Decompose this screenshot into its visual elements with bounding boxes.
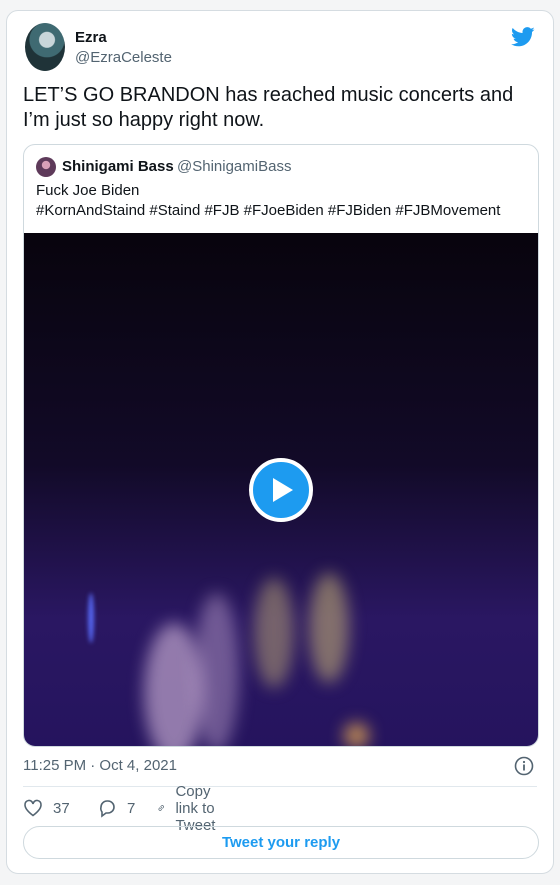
author-handle[interactable]: @EzraCeleste — [75, 49, 172, 66]
play-icon — [273, 478, 293, 502]
play-button[interactable] — [249, 458, 313, 522]
quoted-author-handle: @ShinigamiBass — [177, 158, 292, 175]
quoted-author-name: Shinigami Bass — [62, 158, 174, 175]
stage-light — [88, 593, 94, 643]
stage-light — [194, 593, 239, 746]
quoted-tweet[interactable]: Shinigami Bass @ShinigamiBass Fuck Joe B… — [23, 144, 539, 747]
info-icon[interactable] — [513, 755, 535, 777]
heart-icon — [24, 799, 42, 817]
stage-light — [309, 573, 349, 683]
like-count: 37 — [53, 799, 70, 817]
quoted-tweet-line: Fuck Joe Biden — [36, 182, 140, 199]
stage-light — [344, 723, 369, 746]
link-icon — [158, 805, 164, 811]
reply-count: 7 — [127, 799, 136, 817]
tweet-text: LET’S GO BRANDON has reached music conce… — [23, 84, 514, 131]
stage-light — [254, 578, 294, 688]
tweet-timestamp[interactable]: 11:25 PM · Oct 4, 2021 — [23, 757, 177, 774]
copy-link-action[interactable]: Copy link to Tweet — [157, 783, 227, 834]
divider — [23, 786, 537, 787]
author-name[interactable]: Ezra — [75, 29, 107, 46]
video-player[interactable] — [24, 233, 538, 746]
quoted-tweet-text: Fuck Joe Biden #KornAndStaind #Staind #F… — [36, 181, 500, 221]
tweet-reply-button[interactable]: Tweet your reply — [23, 826, 539, 859]
tweet-header: Ezra @EzraCeleste — [25, 23, 535, 73]
author-avatar[interactable] — [25, 23, 65, 71]
quoted-tweet-hashtags: #KornAndStaind #Staind #FJB #FJoeBiden #… — [36, 202, 501, 219]
reply-icon — [100, 800, 115, 818]
tweet-card: Ezra @EzraCeleste LET’S GO BRANDON has r… — [6, 10, 554, 874]
reply-action[interactable]: 7 — [97, 797, 135, 819]
like-action[interactable]: 37 — [23, 797, 70, 819]
twitter-bird-icon[interactable] — [511, 27, 535, 47]
quoted-author-avatar — [36, 157, 56, 177]
